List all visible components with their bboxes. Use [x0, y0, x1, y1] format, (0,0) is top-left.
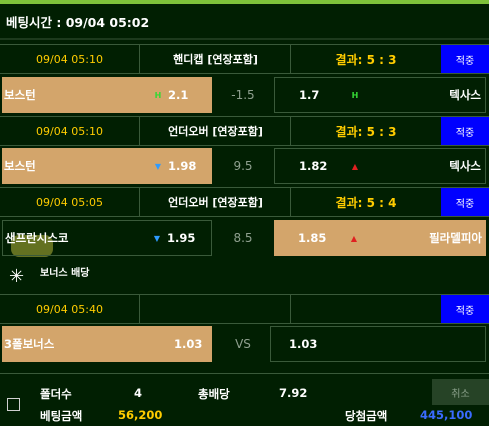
hit-button[interactable]: 적중	[441, 295, 489, 323]
bet-info-row: 09/04 05:10 언더오버 [연장포함] 결과: 5 : 3 적중	[0, 116, 489, 146]
home-team-name: 보스턴	[4, 159, 36, 173]
over-arrow-icon: ▲	[351, 161, 359, 171]
bonus-pick[interactable]: 3폴보너스 1.03	[2, 326, 212, 362]
loading-spinner-icon: ✳	[9, 266, 25, 287]
home-team-name: 보스턴	[4, 88, 36, 102]
over-arrow-icon: ▲	[350, 233, 358, 243]
under-arrow-icon: ▼	[154, 161, 162, 171]
bet-type: 언더오버 [연장포함]	[141, 188, 291, 216]
bet-odds-row: 샌프란시스코 ▼ 1.95 8.5 1.85 ▲ 필라델피아	[0, 220, 489, 256]
bonus-odds-row: 3폴보너스 1.03 VS 1.03	[0, 326, 489, 362]
home-odd: 2.1	[168, 88, 189, 102]
vs-label: VS	[235, 337, 251, 351]
home-odd: 1.95	[167, 231, 196, 245]
bet-date: 09/04 05:10	[0, 117, 140, 145]
win-amount-value: 445,100	[420, 408, 473, 422]
over-under-value: 8.5	[233, 231, 253, 245]
home-pick[interactable]: 보스턴 ▼ 1.98	[2, 148, 212, 184]
total-odds-value: 7.92	[279, 386, 308, 400]
bet-odds-row: 보스턴 H 2.1 -1.5 1.7 H 텍사스	[0, 77, 489, 113]
hit-button[interactable]: 적중	[441, 188, 489, 216]
bet-info-row: 09/04 05:10 핸디캡 [연장포함] 결과: 5 : 3 적중	[0, 44, 489, 74]
bet-type: 핸디캡 [연장포함]	[141, 45, 291, 73]
bet-result: 결과: 5 : 3	[335, 52, 397, 67]
cancel-button[interactable]: 취소	[432, 379, 489, 405]
handicap-icon: H	[351, 90, 359, 100]
bonus-result-empty	[292, 295, 440, 323]
bet-info-row: 09/04 05:05 언더오버 [연장포함] 결과: 5 : 4 적중	[0, 187, 489, 217]
bet-date: 09/04 05:05	[0, 188, 140, 216]
bonus-info-row: 09/04 05:40 적중	[0, 294, 489, 324]
folders-label: 폴더수	[40, 387, 72, 401]
bonus-type-empty	[141, 295, 291, 323]
away-team-name: 텍사스	[449, 159, 481, 173]
home-pick[interactable]: 보스턴 H 2.1	[2, 77, 212, 113]
bet-type: 언더오버 [연장포함]	[141, 117, 291, 145]
bonus-odd: 1.03	[174, 337, 203, 351]
win-amount-label: 당첨금액	[345, 409, 388, 423]
hit-button[interactable]: 적중	[441, 45, 489, 73]
bet-amount-label: 베팅금액	[40, 409, 83, 423]
over-under-value: 9.5	[233, 159, 253, 173]
bonus-title: 보너스 배당	[40, 268, 90, 279]
away-odd: 1.82	[299, 159, 328, 173]
bonus-date: 09/04 05:40	[0, 295, 140, 323]
home-pick[interactable]: 샌프란시스코 ▼ 1.95	[2, 220, 212, 256]
folders-value: 4	[134, 386, 143, 400]
away-pick[interactable]: 1.82 ▲ 텍사스	[274, 148, 486, 184]
bet-odds-row: 보스턴 ▼ 1.98 9.5 1.82 ▲ 텍사스	[0, 148, 489, 184]
away-odd: 1.85	[298, 231, 327, 245]
home-team-name: 샌프란시스코	[5, 231, 69, 245]
hit-button[interactable]: 적중	[441, 117, 489, 145]
bet-time-label: 베팅시간 : 09/04 05:02	[6, 14, 150, 30]
bet-result: 결과: 5 : 4	[335, 195, 397, 210]
away-odd: 1.7	[299, 88, 320, 102]
handicap-value: -1.5	[231, 88, 255, 102]
bet-date: 09/04 05:10	[0, 45, 140, 73]
handicap-icon: H	[154, 90, 162, 100]
bet-time-header: 베팅시간 : 09/04 05:02	[0, 4, 489, 38]
home-odd: 1.98	[168, 159, 197, 173]
bonus-away: 1.03	[270, 326, 486, 362]
away-pick[interactable]: 1.7 H 텍사스	[274, 77, 486, 113]
total-odds-label: 총배당	[198, 387, 230, 401]
away-team-name: 텍사스	[449, 88, 481, 102]
under-arrow-icon: ▼	[153, 233, 161, 243]
bonus-name: 3폴보너스	[4, 337, 55, 351]
divider	[0, 38, 489, 40]
bet-amount-value: 56,200	[118, 408, 163, 422]
away-team-name: 필라델피아	[429, 231, 482, 245]
footer-divider	[0, 373, 489, 374]
away-pick[interactable]: 1.85 ▲ 필라델피아	[274, 220, 486, 256]
bonus-away-odd: 1.03	[289, 337, 318, 351]
bet-result: 결과: 5 : 3	[335, 124, 397, 139]
select-checkbox[interactable]	[7, 398, 20, 411]
